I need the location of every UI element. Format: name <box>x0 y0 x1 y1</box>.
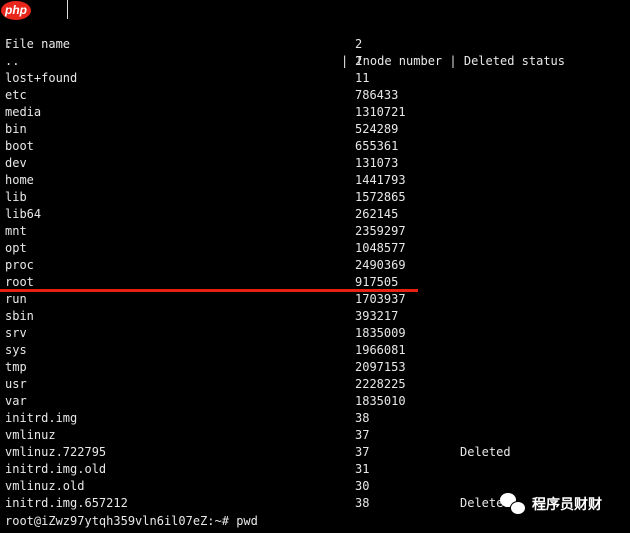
inode-number: 1966081 <box>355 343 406 357</box>
inode-number: 37 <box>355 445 370 459</box>
file-name: srv <box>5 326 27 340</box>
inode-number: 38 <box>355 411 370 425</box>
file-name: run <box>5 292 27 306</box>
file-name: mnt <box>5 224 27 238</box>
table-row: opt 1048577 <box>5 240 625 257</box>
file-name: proc <box>5 258 34 272</box>
table-row: etc 786433 <box>5 87 625 104</box>
inode-number: 1048577 <box>355 241 406 255</box>
file-name: etc <box>5 88 27 102</box>
table-row: bin 524289 <box>5 121 625 138</box>
inode-number: 1835010 <box>355 394 406 408</box>
table-row: lib 1572865 <box>5 189 625 206</box>
file-name: initrd.img.657212 <box>5 496 128 510</box>
red-underline-annotation <box>0 289 418 292</box>
file-name: var <box>5 394 27 408</box>
table-row: .. 2 <box>5 53 625 70</box>
file-name: vmlinuz.old <box>5 479 85 493</box>
deleted-status: Deleted <box>460 445 511 459</box>
file-name: home <box>5 173 34 187</box>
watermark-text: 程序员财财 <box>532 497 602 513</box>
table-row: mnt 2359297 <box>5 223 625 240</box>
inode-number: 2490369 <box>355 258 406 272</box>
wechat-icon <box>500 493 526 515</box>
table-row: tmp 2097153 <box>5 359 625 376</box>
table-row: .2 <box>5 36 625 53</box>
table-header: File name | Inode number | Deleted statu… <box>5 19 625 68</box>
inode-number: 1441793 <box>355 173 406 187</box>
table-row: vmlinuz 37 <box>5 427 625 444</box>
table-row: lib64 262145 <box>5 206 625 223</box>
file-name: media <box>5 105 42 119</box>
table-row: sys 1966081 <box>5 342 625 359</box>
table-row: initrd.img 38 <box>5 410 625 427</box>
table-row: usr 2228225 <box>5 376 625 393</box>
inode-number: 2 <box>355 37 363 51</box>
inode-number: 1310721 <box>355 105 406 119</box>
table-row: boot 655361 <box>5 138 625 155</box>
watermark: 程序员财财 <box>500 492 602 516</box>
inode-number: 655361 <box>355 139 399 153</box>
inode-number: 2097153 <box>355 360 406 374</box>
inode-number: 38 <box>355 496 370 510</box>
table-row: sbin 393217 <box>5 308 625 325</box>
inode-number: 524289 <box>355 122 399 136</box>
file-name: usr <box>5 377 27 391</box>
file-name: vmlinuz.722795 <box>5 445 107 459</box>
file-name: sbin <box>5 309 34 323</box>
inode-number: 1703937 <box>355 292 406 306</box>
table-row: run 1703937 <box>5 291 625 308</box>
table-row: lost+found 11 <box>5 70 625 87</box>
file-name: lib64 <box>5 207 42 221</box>
inode-number: 262145 <box>355 207 399 221</box>
file-name: . <box>5 37 13 51</box>
table-row: srv 1835009 <box>5 325 625 342</box>
file-name: bin <box>5 122 27 136</box>
file-name: .. <box>5 54 20 68</box>
table-row: dev 131073 <box>5 155 625 172</box>
inode-number: 31 <box>355 462 370 476</box>
inode-number: 30 <box>355 479 370 493</box>
table-row: proc 2490369 <box>5 257 625 274</box>
file-name: initrd.img.old <box>5 462 107 476</box>
file-name: lost+found <box>5 71 78 85</box>
table-row: vmlinuz.722795 37 Deleted <box>5 444 625 461</box>
table-row: media 1310721 <box>5 104 625 121</box>
inode-number: 2359297 <box>355 224 406 238</box>
table-row: initrd.img.old 31 <box>5 461 625 478</box>
file-name: tmp <box>5 360 27 374</box>
inode-number: 2 <box>355 54 363 68</box>
inode-number: 1835009 <box>355 326 406 340</box>
table-row: home 1441793 <box>5 172 625 189</box>
file-name: lib <box>5 190 27 204</box>
table-row: var 1835010 <box>5 393 625 410</box>
file-name: opt <box>5 241 27 255</box>
inode-number: 37 <box>355 428 370 442</box>
shell-prompt[interactable]: root@iZwz97ytqh359vln6il07eZ:~# pwd <box>5 513 258 530</box>
inode-number: 1572865 <box>355 190 406 204</box>
php-logo: php <box>1 1 31 20</box>
file-name: vmlinuz <box>5 428 56 442</box>
text-cursor <box>67 0 68 19</box>
file-name: sys <box>5 343 27 357</box>
inode-number: 131073 <box>355 156 399 170</box>
inode-number: 2228225 <box>355 377 406 391</box>
inode-number: 393217 <box>355 309 399 323</box>
file-name: dev <box>5 156 27 170</box>
file-name: boot <box>5 139 34 153</box>
inode-number: 786433 <box>355 88 399 102</box>
inode-number: 11 <box>355 71 370 85</box>
file-name: initrd.img <box>5 411 78 425</box>
